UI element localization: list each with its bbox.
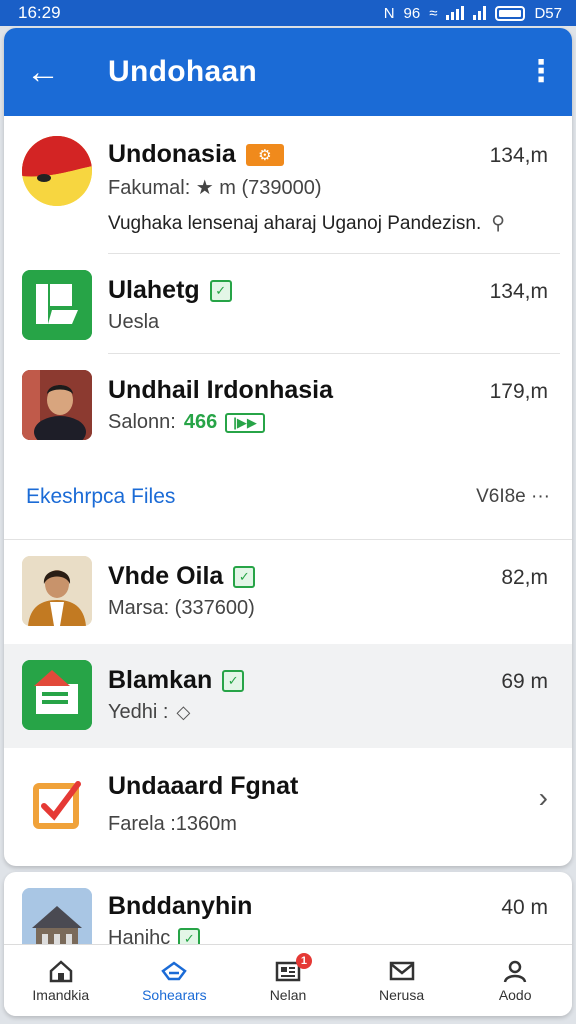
file-name: Undaaard Fgnat: [108, 772, 299, 800]
avatar: [22, 270, 92, 340]
chat-subtitle: Fakumal: ★ m (739000): [108, 177, 322, 199]
chat-highlight: 466: [183, 411, 218, 433]
app-title: Undohaan: [108, 55, 258, 88]
signal-icon: [446, 6, 465, 20]
avatar: [22, 556, 92, 626]
chat-time: 179,m: [489, 380, 548, 403]
chat-subtitle: Salonn: 466 |▶▶: [108, 411, 572, 434]
chat-row[interactable]: Bnddanyhin 40 m Hanihc ✓: [4, 872, 572, 958]
section-header: Ekeshrpca Files V6I8e ···: [4, 454, 572, 540]
nav-label: Aodo: [498, 986, 532, 1003]
nav-label: Nerusa: [379, 986, 425, 1003]
nav-item-news[interactable]: 1 Nelan: [238, 952, 338, 1003]
file-subtitle: Marsa: (337600): [108, 597, 255, 619]
person-icon: [503, 960, 527, 982]
key-icon: ⚙: [245, 143, 284, 166]
main-card: ← Undohaan ⋮ Undonasia ⚙ 134,m Fakumal: …: [4, 28, 572, 866]
nav-item-profile[interactable]: Aodo: [465, 959, 565, 1003]
file-subtitle: Farela :1360m: [108, 813, 237, 835]
verified-icon: ✓: [233, 565, 256, 588]
chat-time: 134,m: [489, 144, 548, 167]
status-icons: N 96 ≈ D57: [384, 5, 562, 22]
battery-label: D57: [534, 4, 562, 22]
bell-icon: ◇: [176, 702, 191, 722]
file-row[interactable]: Vhde Oila ✓ 82,m Marsa: (337600): [4, 540, 572, 644]
file-row[interactable]: Blamkan ✓ 69 m Yedhi : ◇: [4, 644, 572, 748]
signal-icon-2: [473, 6, 487, 20]
app-bar: ← Undohaan ⋮: [4, 28, 572, 116]
chat-row[interactable]: Undonasia ⚙ 134,m Fakumal: ★ m (739000) …: [4, 116, 572, 254]
file-time: 82,m: [501, 566, 548, 589]
status-bar: 16:29 N 96 ≈ D57: [0, 0, 576, 26]
arrow-left-icon[interactable]: ←: [26, 55, 66, 89]
file-subtitle: Yedhi : ◇: [108, 701, 191, 723]
bottom-card: Bnddanyhin 40 m Hanihc ✓ Imandkia Sohear…: [4, 872, 572, 1016]
avatar: [22, 660, 92, 730]
chat-subtitle: Uesla: [108, 311, 160, 333]
verified-icon: ✓: [209, 279, 232, 302]
avatar: [22, 136, 92, 206]
folder-icon: [161, 960, 188, 980]
verified-icon: ✓: [222, 669, 245, 692]
nav-item-mail[interactable]: Nerusa: [352, 959, 452, 1003]
chat-row[interactable]: Undhail Irdonhasia 179,m Salonn: 466 |▶▶: [4, 354, 572, 454]
section-title[interactable]: Ekeshrpca Files: [26, 485, 476, 509]
avatar: [22, 370, 92, 440]
chat-time: 134,m: [489, 280, 548, 303]
file-time: 69 m: [501, 670, 548, 693]
chat-row[interactable]: Ulahetg ✓ 134,m Uesla: [4, 254, 572, 354]
chevron-right-icon[interactable]: ›: [539, 782, 548, 814]
chat-message: Vughaka lensenaj aharaj Uganoj Pandezisn…: [108, 212, 506, 235]
battery-icon: [495, 5, 526, 21]
avatar: [22, 770, 92, 840]
status-time: 16:29: [18, 3, 61, 22]
pin-icon: ⚲: [491, 213, 506, 234]
nav-item-folder[interactable]: Sohearars: [124, 959, 224, 1003]
mail-icon: [389, 961, 414, 980]
section-action[interactable]: V6I8e ···: [476, 486, 550, 508]
network-label: 96: [403, 4, 421, 22]
play-icon: |▶▶: [225, 412, 265, 433]
nav-label: Sohearars: [142, 986, 207, 1003]
notification-badge: 1: [295, 952, 312, 969]
more-vert-icon[interactable]: ⋮: [526, 57, 556, 87]
file-row[interactable]: Undaaard Fgnat Farela :1360m ›: [4, 748, 572, 860]
nav-label: Nelan: [269, 986, 307, 1003]
wifi-icon: ≈: [429, 4, 438, 22]
nav-label: Imandkia: [32, 986, 90, 1003]
home-icon: [49, 959, 73, 982]
chat-time: 40 m: [501, 896, 548, 919]
bottom-nav: Imandkia Sohearars 1 Nelan Nerusa Aodo: [4, 944, 572, 1016]
nfc-icon: N: [383, 4, 395, 22]
nav-item-home[interactable]: Imandkia: [11, 959, 111, 1003]
